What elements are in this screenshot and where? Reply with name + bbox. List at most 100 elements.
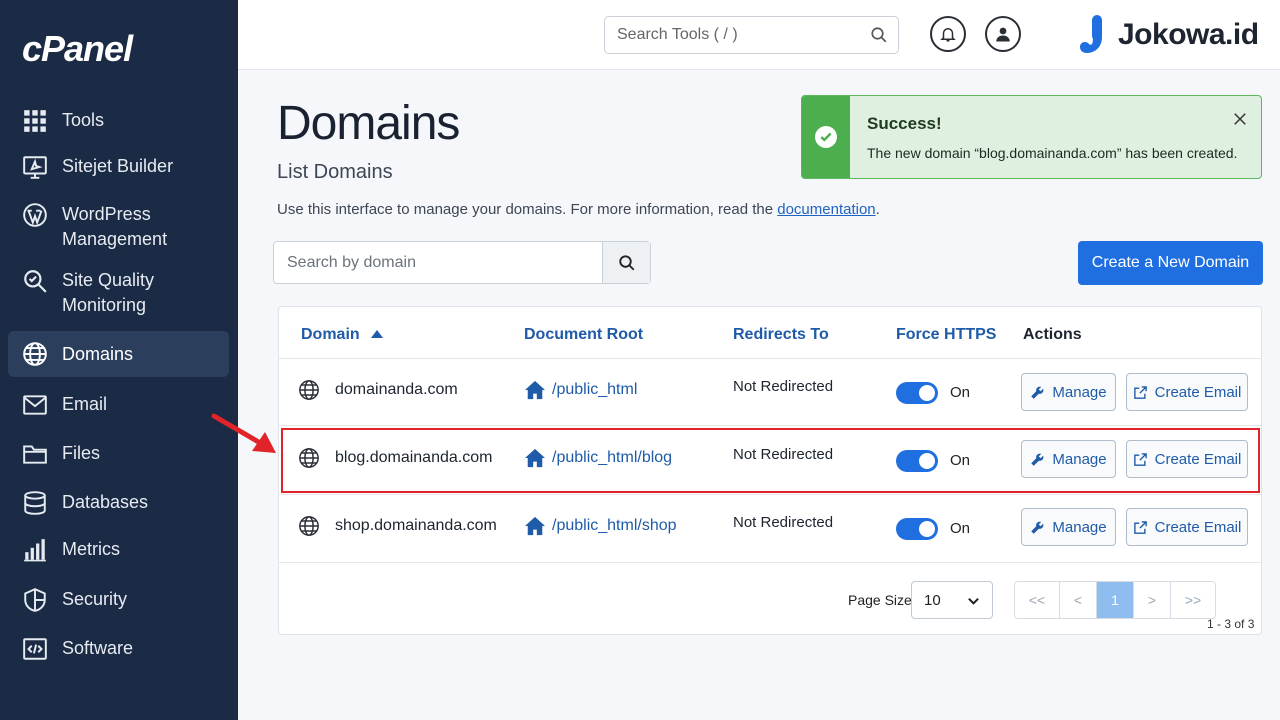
column-header-force-https[interactable]: Force HTTPS — [896, 326, 996, 344]
home-icon — [525, 380, 545, 400]
column-header-redirects-to[interactable]: Redirects To — [733, 326, 829, 344]
result-range: 1 - 3 of 3 — [1207, 617, 1255, 631]
red-arrow-annotation — [211, 413, 276, 453]
sidebar-item-email[interactable]: Email — [8, 390, 229, 420]
globe-icon — [20, 339, 50, 369]
folder-icon — [20, 439, 50, 469]
brand-name: Jokowa.id — [1118, 18, 1259, 51]
sidebar-item-label: Files — [62, 443, 101, 463]
grid-icon — [20, 106, 50, 136]
alert-title: Success! — [867, 114, 942, 133]
sidebar: cPanel Tools Sitejet Builder WordPress M… — [0, 0, 238, 720]
sidebar-item-label: Site Quality Monitoring — [62, 270, 155, 315]
domain-search-box[interactable] — [273, 241, 651, 284]
page-subtitle: List Domains — [277, 161, 393, 183]
domain-name: shop.domainanda.com — [335, 517, 497, 534]
force-https-toggle[interactable] — [896, 518, 938, 540]
sidebar-item-tools[interactable]: Tools — [8, 106, 229, 136]
domain-name: domainanda.com — [335, 381, 458, 398]
create-new-domain-button[interactable]: Create a New Domain — [1078, 241, 1263, 285]
sidebar-item-label: Software — [62, 638, 134, 658]
brand-logo: Jokowa.id — [1078, 13, 1259, 57]
page-size-label: Page Size — [848, 592, 912, 608]
document-root-link[interactable]: /public_html — [552, 381, 637, 399]
create-email-button[interactable]: Create Email — [1126, 373, 1248, 411]
bell-icon — [940, 28, 956, 42]
sidebar-item-label: Metrics — [62, 539, 120, 559]
alert-message: The new domain “blog.domainanda.com” has… — [867, 145, 1238, 161]
row-divider — [279, 562, 1261, 563]
domain-search-button[interactable] — [602, 242, 650, 283]
row-divider — [279, 425, 1261, 426]
sidebar-item-domains[interactable]: Domains — [8, 331, 229, 377]
page-size-value: 10 — [924, 592, 941, 609]
notifications-button[interactable] — [930, 16, 966, 52]
current-page-button[interactable]: 1 — [1097, 582, 1134, 618]
close-icon[interactable] — [1231, 110, 1249, 128]
home-icon — [525, 516, 545, 536]
tool-search-input[interactable] — [605, 17, 845, 53]
documentation-link[interactable]: documentation — [777, 201, 875, 218]
success-alert: Success! The new domain “blog.domainanda… — [801, 95, 1262, 179]
wordpress-icon — [20, 200, 50, 230]
document-root-link[interactable]: /public_html/shop — [552, 517, 677, 535]
wrench-icon — [1031, 521, 1044, 534]
description-text: Use this interface to manage your domain… — [277, 201, 774, 218]
page-size-select[interactable]: 10 — [911, 581, 993, 619]
sidebar-item-label: Databases — [62, 492, 149, 512]
redirect-status: Not Redirected — [733, 514, 834, 531]
top-header: Jokowa.id — [238, 0, 1280, 70]
globe-icon — [299, 380, 319, 400]
sidebar-item-site-quality-monitoring[interactable]: Site Quality Monitoring — [8, 266, 229, 318]
alert-icon-strip — [802, 96, 850, 178]
column-header-actions: Actions — [1023, 326, 1082, 343]
cpanel-logo: cPanel — [22, 28, 133, 69]
sort-ascending-icon — [371, 330, 384, 338]
last-page-button[interactable]: >> — [1171, 582, 1215, 618]
magnifier-icon — [20, 266, 50, 296]
shield-icon — [20, 585, 50, 615]
user-menu-button[interactable] — [985, 16, 1021, 52]
create-email-label: Create Email — [1154, 383, 1242, 401]
column-header-domain[interactable]: Domain — [301, 326, 384, 344]
external-link-icon — [1133, 385, 1147, 399]
search-icon — [618, 254, 634, 270]
highlight-box — [281, 428, 1260, 493]
external-link-icon — [1133, 520, 1147, 534]
prev-page-button[interactable]: < — [1060, 582, 1097, 618]
user-icon — [996, 27, 1010, 42]
row-divider — [279, 494, 1261, 495]
domain-search-input[interactable] — [274, 242, 602, 283]
force-https-toggle[interactable] — [896, 382, 938, 404]
sidebar-item-metrics[interactable]: Metrics — [8, 535, 229, 565]
jokowa-logo-icon — [1080, 15, 1102, 53]
sidebar-item-databases[interactable]: Databases — [8, 488, 229, 518]
description-suffix: . — [875, 201, 880, 218]
sidebar-item-label: Security — [62, 589, 128, 609]
manage-label: Manage — [1052, 518, 1107, 536]
page-description: Use this interface to manage your domain… — [277, 201, 880, 218]
sidebar-item-software[interactable]: Software — [8, 634, 229, 664]
next-page-button[interactable]: > — [1134, 582, 1171, 618]
manage-button[interactable]: Manage — [1021, 373, 1116, 411]
create-email-button[interactable]: Create Email — [1126, 508, 1248, 546]
bar-chart-icon — [20, 535, 50, 565]
sidebar-item-sitejet-builder[interactable]: Sitejet Builder — [8, 152, 229, 182]
tool-search-box[interactable] — [604, 16, 899, 54]
code-icon — [20, 634, 50, 664]
first-page-button[interactable]: << — [1015, 582, 1060, 618]
search-icon[interactable] — [870, 26, 888, 44]
pagination: << < 1 > >> — [1014, 581, 1216, 619]
create-email-label: Create Email — [1154, 518, 1242, 536]
sidebar-item-security[interactable]: Security — [8, 585, 229, 615]
sidebar-item-label: Domains — [62, 343, 134, 364]
sidebar-item-label: Tools — [62, 110, 105, 130]
sidebar-item-label: WordPress Management — [62, 204, 168, 249]
sidebar-item-wordpress-management[interactable]: WordPress Management — [8, 200, 229, 252]
sidebar-item-files[interactable]: Files — [8, 439, 229, 469]
manage-button[interactable]: Manage — [1021, 508, 1116, 546]
sitejet-icon — [20, 152, 50, 182]
column-header-document-root[interactable]: Document Root — [524, 326, 643, 344]
redirect-status: Not Redirected — [733, 378, 834, 395]
column-header-label: Domain — [301, 326, 360, 343]
